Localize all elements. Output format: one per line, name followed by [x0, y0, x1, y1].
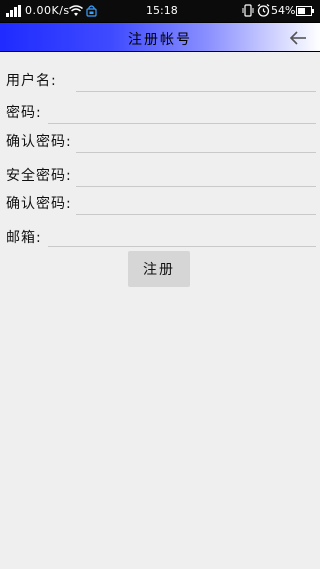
confirm-password-label: 确认密码: — [6, 134, 72, 150]
email-input[interactable] — [48, 225, 316, 247]
username-input[interactable] — [76, 70, 316, 92]
wifi-icon — [69, 5, 83, 16]
page-title: 注册帐号 — [128, 32, 192, 48]
password-input[interactable] — [48, 102, 316, 124]
register-button[interactable]: 注册 — [128, 251, 190, 287]
status-bar: 0.00K/s 15:18 54% — [0, 0, 320, 22]
battery-icon — [296, 6, 314, 16]
alarm-icon — [257, 4, 270, 17]
header-bar: 注册帐号 — [0, 22, 320, 52]
confirm-security-password-label: 确认密码: — [6, 196, 72, 212]
arrow-left-icon[interactable] — [288, 28, 308, 48]
clock-time: 15:18 — [146, 4, 178, 17]
security-password-input[interactable] — [76, 165, 316, 187]
password-label: 密码: — [6, 105, 42, 121]
signal-icon — [6, 5, 21, 17]
email-label: 邮箱: — [6, 230, 42, 246]
vibrate-icon — [242, 4, 254, 17]
lock-badge-icon — [86, 5, 97, 17]
network-speed: 0.00K/s — [25, 4, 70, 17]
security-password-label: 安全密码: — [6, 168, 72, 184]
confirm-password-input[interactable] — [76, 131, 316, 153]
username-label: 用户名: — [6, 73, 57, 89]
confirm-security-password-input[interactable] — [76, 193, 316, 215]
battery-percent: 54% — [271, 4, 296, 17]
